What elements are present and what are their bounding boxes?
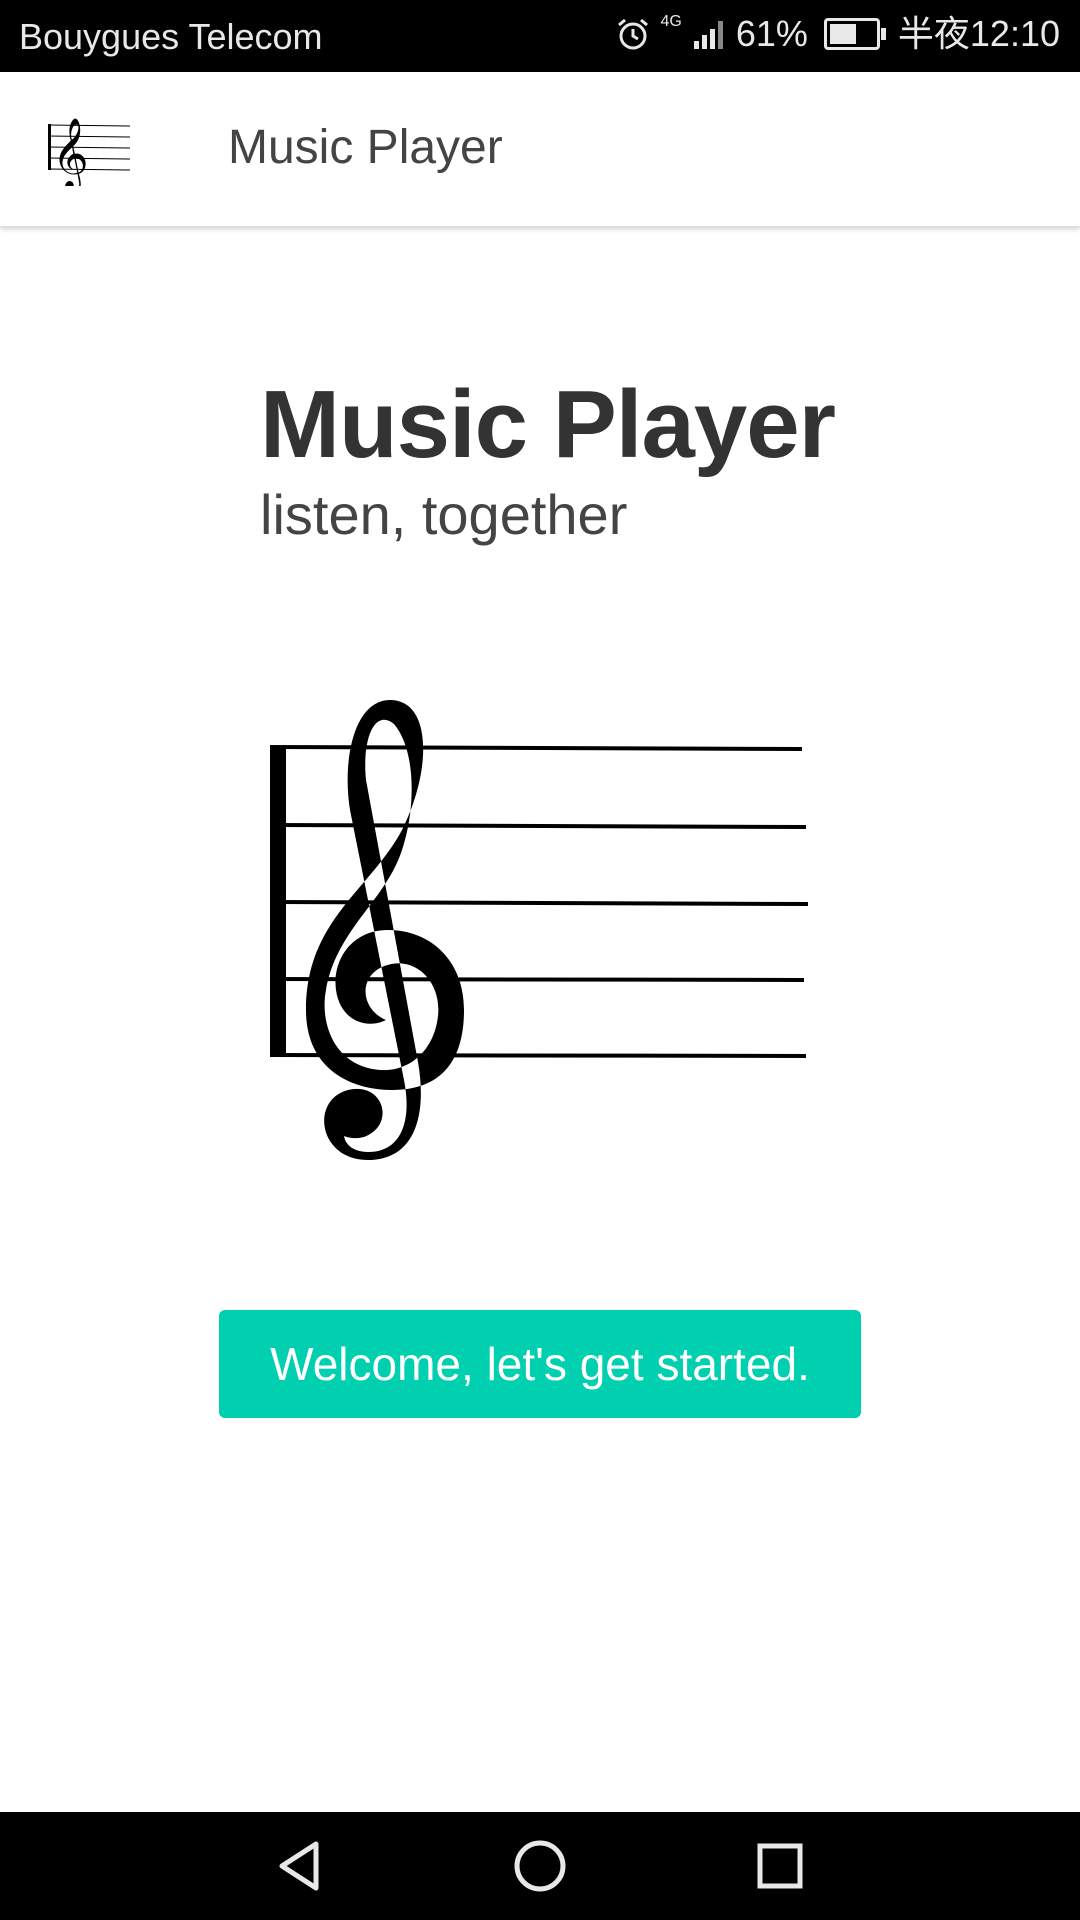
navigation-bar (0, 1812, 1080, 1920)
hero-title: Music Player (260, 371, 836, 478)
battery-icon (823, 18, 886, 50)
home-icon[interactable] (512, 1838, 568, 1894)
app-title: Music Player (228, 121, 503, 174)
recents-icon[interactable] (752, 1838, 808, 1894)
get-started-button[interactable]: Welcome, let's get started. (219, 1310, 861, 1418)
carrier-name: Bouygues Telecom (19, 16, 323, 57)
battery-percent: 61% (735, 13, 808, 54)
treble-clef-icon: 𝄞 (47, 116, 131, 186)
svg-text:𝄞: 𝄞 (52, 116, 89, 186)
treble-clef-staff-icon (269, 700, 809, 1160)
signal-icon (693, 21, 723, 49)
status-bar: Bouygues Telecom 4G 61% 半夜12:10 (0, 0, 1080, 72)
alarm-icon (617, 18, 648, 50)
hero-subtitle: listen, together (260, 483, 628, 546)
back-icon[interactable] (272, 1838, 328, 1894)
clock: 半夜12:10 (897, 13, 1060, 54)
status-icons: 4G 61% 半夜12:10 (615, 13, 1060, 54)
app-bar: 𝄞 Music Player (0, 72, 1080, 227)
network-type: 4G (660, 13, 682, 30)
